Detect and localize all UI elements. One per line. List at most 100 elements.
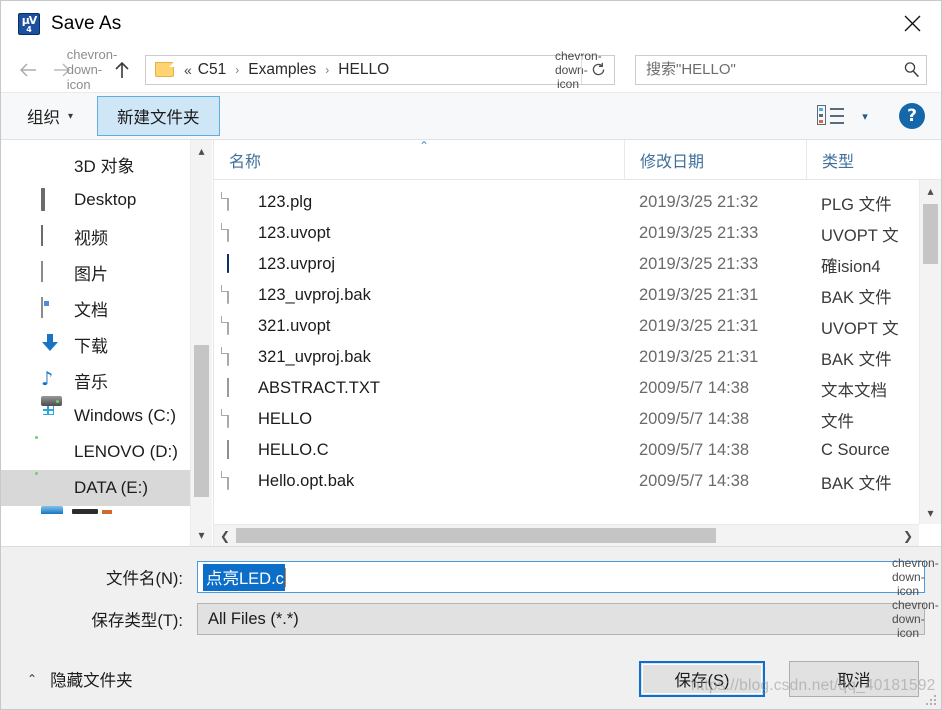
sidebar-item-pictures[interactable]: 图片 xyxy=(1,254,212,290)
filename-dropdown-button[interactable]: chevron-down-icon xyxy=(892,556,939,598)
file-name-cell[interactable]: 123.uvopt xyxy=(214,222,624,245)
file-date-cell: 2009/5/7 14:38 xyxy=(639,379,750,397)
file-name-cell[interactable]: 123.plg xyxy=(214,191,624,214)
column-header-date-modified[interactable]: 修改日期 xyxy=(624,140,806,179)
file-rows-wrapper: 123.plg 2019/3/25 21:32 PLG 文件 123.uvopt… xyxy=(214,180,941,524)
resize-grip[interactable] xyxy=(926,695,937,706)
address-dropdown-button[interactable]: chevron-down-icon xyxy=(555,49,602,91)
scrollbar-thumb[interactable] xyxy=(923,204,938,264)
file-name-cell[interactable]: HELLO xyxy=(214,408,624,431)
table-row[interactable]: ABSTRACT.TXT 2009/5/7 14:38 文本文档 xyxy=(214,373,919,404)
cancel-button[interactable]: 取消 xyxy=(789,661,919,697)
hide-folders-button[interactable]: ⌃ 隐藏文件夹 xyxy=(27,667,133,691)
recent-locations-button[interactable]: chevron-down-icon xyxy=(67,47,118,92)
scrollbar-track[interactable] xyxy=(236,525,897,546)
file-date-cell: 2019/3/25 21:31 xyxy=(639,317,759,335)
view-options-button[interactable]: ▾ xyxy=(855,110,875,123)
sidebar-item-documents[interactable]: 文档 xyxy=(1,290,212,326)
table-row[interactable]: HELLO.C 2009/5/7 14:38 C Source xyxy=(214,435,919,466)
file-name-cell[interactable]: ABSTRACT.TXT xyxy=(214,377,624,400)
file-name-cell[interactable]: 123_uvproj.bak xyxy=(214,284,624,307)
sidebar-item-music[interactable]: ♪ 音乐 xyxy=(1,362,212,398)
scroll-down-button[interactable]: ▾ xyxy=(920,502,941,524)
filetype-row: 保存类型(T): All Files (*.*) chevron-down-ic… xyxy=(1,598,941,640)
breadcrumb-item-2[interactable]: HELLO xyxy=(336,61,391,79)
filename-input[interactable]: 点亮LED.c chevron-down-icon xyxy=(197,556,939,598)
sidebar-item-3d-objects[interactable]: 3D 对象 xyxy=(1,146,212,182)
search-box[interactable] xyxy=(635,54,927,85)
sidebar-item-partial[interactable] xyxy=(1,506,212,520)
sidebar-item-desktop[interactable]: Desktop xyxy=(1,182,212,218)
scrollbar-thumb[interactable] xyxy=(236,528,716,543)
column-header-row: ⌃ 名称 修改日期 类型 xyxy=(214,139,941,180)
sort-ascending-icon: ⌃ xyxy=(419,139,430,153)
close-button[interactable] xyxy=(883,1,941,46)
search-input[interactable] xyxy=(636,60,896,79)
column-header-type[interactable]: 类型 xyxy=(806,140,941,179)
help-button[interactable]: ? xyxy=(899,103,925,129)
breadcrumb-item-1[interactable]: Examples xyxy=(246,61,318,79)
file-name-cell[interactable]: 321_uvproj.bak xyxy=(214,346,624,369)
file-name-text: 321_uvproj.bak xyxy=(258,348,371,366)
file-name-text: ABSTRACT.TXT xyxy=(258,379,380,397)
scrollbar-thumb[interactable] xyxy=(194,345,209,497)
filename-row: 文件名(N): 点亮LED.c chevron-down-icon xyxy=(1,556,941,598)
save-button[interactable]: 保存(S) xyxy=(639,661,765,697)
drive-icon xyxy=(41,442,63,462)
scroll-down-button[interactable]: ▾ xyxy=(191,524,212,546)
file-list-vertical-scrollbar[interactable]: ▴ ▾ xyxy=(919,180,941,524)
breadcrumb-ellipsis[interactable]: « xyxy=(182,62,196,78)
breadcrumb-item-0[interactable]: C51 xyxy=(196,61,228,79)
scroll-up-button[interactable]: ▴ xyxy=(191,140,212,162)
file-name-cell[interactable]: 321.uvopt xyxy=(214,315,624,338)
table-row[interactable]: 321_uvproj.bak 2019/3/25 21:31 BAK 文件 xyxy=(214,342,919,373)
windows-drive-icon xyxy=(41,396,63,426)
table-row[interactable]: 123_uvproj.bak 2019/3/25 21:31 BAK 文件 xyxy=(214,280,919,311)
back-button[interactable] xyxy=(11,53,45,87)
scroll-right-button[interactable]: ❯ xyxy=(897,529,919,543)
new-folder-button[interactable]: 新建文件夹 xyxy=(97,96,220,136)
dialog-body: 3D 对象 Desktop 视频 图片 文档 下载 ♪ 音乐 Windows (… xyxy=(1,139,941,546)
breadcrumb-separator-icon[interactable]: › xyxy=(318,63,336,77)
navigation-scrollbar[interactable]: ▴ ▾ xyxy=(190,140,212,546)
table-row[interactable]: 123.plg 2019/3/25 21:32 PLG 文件 xyxy=(214,187,919,218)
scroll-left-button[interactable]: ❮ xyxy=(214,529,236,543)
file-date-cell: 2009/5/7 14:38 xyxy=(639,410,750,428)
filetype-select[interactable]: All Files (*.*) chevron-down-icon xyxy=(197,598,939,640)
file-name-cell[interactable]: HELLO.C xyxy=(214,439,624,462)
sidebar-item-data-e[interactable]: DATA (E:) xyxy=(1,470,212,506)
file-name-text: 321.uvopt xyxy=(258,317,331,335)
sidebar-item-downloads[interactable]: 下载 xyxy=(1,326,212,362)
file-name-cell[interactable]: µV4 123.uvproj xyxy=(214,253,624,276)
table-row[interactable]: Hello.opt.bak 2009/5/7 14:38 BAK 文件 xyxy=(214,466,919,497)
sidebar-item-label: 下载 xyxy=(74,336,108,356)
organize-button[interactable]: 组织 ▾ xyxy=(23,99,77,133)
sidebar-item-videos[interactable]: 视频 xyxy=(1,218,212,254)
breadcrumb-bar[interactable]: « C51 › Examples › HELLO chevron-down-ic… xyxy=(145,49,615,91)
breadcrumb-separator-icon[interactable]: › xyxy=(228,63,246,77)
file-list-horizontal-scrollbar[interactable]: ❮ ❯ xyxy=(214,524,919,546)
refresh-button[interactable] xyxy=(581,55,614,84)
partial-glyph xyxy=(102,510,112,514)
view-layout-icon[interactable] xyxy=(817,103,845,129)
filetype-label: 保存类型(T): xyxy=(91,612,183,630)
table-row[interactable]: µV4 123.uvproj 2019/3/25 21:33 確ision4 xyxy=(214,249,919,280)
downloads-icon xyxy=(41,334,63,354)
scroll-up-button[interactable]: ▴ xyxy=(920,180,941,202)
up-button[interactable] xyxy=(105,53,139,87)
videos-icon xyxy=(41,225,63,246)
sidebar-item-lenovo-d[interactable]: LENOVO (D:) xyxy=(1,434,212,470)
file-date-cell: 2019/3/25 21:33 xyxy=(639,224,759,242)
table-row[interactable]: 321.uvopt 2019/3/25 21:31 UVOPT 文 xyxy=(214,311,919,342)
file-type-cell: PLG 文件 xyxy=(821,195,892,214)
table-row[interactable]: HELLO 2009/5/7 14:38 文件 xyxy=(214,404,919,435)
search-button[interactable] xyxy=(896,61,926,78)
file-name-cell[interactable]: Hello.opt.bak xyxy=(214,470,624,493)
folder-icon xyxy=(155,62,174,77)
sidebar-item-label: Windows (C:) xyxy=(74,406,177,425)
filetype-dropdown-button[interactable]: chevron-down-icon xyxy=(892,598,939,640)
table-row[interactable]: 123.uvopt 2019/3/25 21:33 UVOPT 文 xyxy=(214,218,919,249)
file-type-cell: 文件 xyxy=(821,412,854,431)
filetype-value: All Files (*.*) xyxy=(208,609,299,628)
sidebar-item-windows-c[interactable]: Windows (C:) xyxy=(1,396,212,434)
